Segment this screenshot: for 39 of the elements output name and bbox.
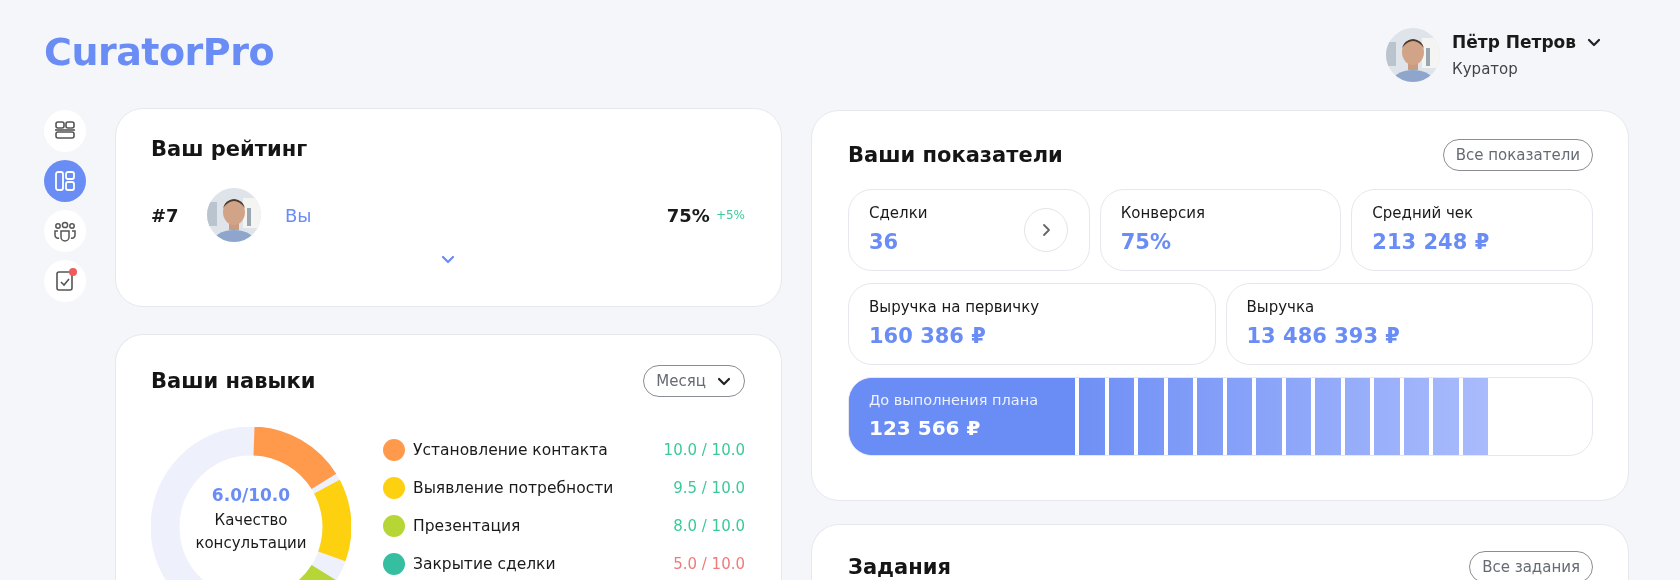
all-tasks-button[interactable]: Все задания bbox=[1469, 551, 1593, 580]
logo[interactable]: CuratorPro bbox=[44, 30, 275, 74]
all-metrics-button[interactable]: Все показатели bbox=[1442, 139, 1593, 171]
skill-name: Закрытие сделки bbox=[413, 555, 557, 573]
period-dropdown[interactable]: Месяц bbox=[643, 365, 745, 397]
card-title: Задания bbox=[848, 555, 951, 579]
rating-percent: 75% bbox=[666, 204, 710, 226]
user-role: Куратор bbox=[1452, 60, 1519, 78]
user-name[interactable]: Пётр Петров bbox=[1452, 32, 1576, 52]
user-name: Вы bbox=[285, 204, 313, 226]
nav-button[interactable] bbox=[44, 210, 86, 252]
metric-value: 13 486 393 ₽ bbox=[1246, 324, 1401, 348]
metric-value: 213 248 ₽ bbox=[1372, 230, 1491, 254]
nav-button[interactable] bbox=[44, 160, 86, 202]
card-title: Ваши показатели bbox=[848, 143, 1063, 167]
metric-value: 36 bbox=[869, 230, 900, 254]
skill-score: 10.0 / 10.0 bbox=[663, 441, 745, 459]
metric-label: Сделки bbox=[869, 204, 929, 222]
card-title: Ваш рейтинг bbox=[151, 137, 309, 161]
nav-button[interactable] bbox=[44, 110, 86, 152]
skill-name: Установление контакта bbox=[413, 441, 609, 459]
metric-label: Конверсия bbox=[1120, 204, 1206, 222]
nav-button[interactable] bbox=[44, 260, 86, 302]
skill-score: 5.0 / 10.0 bbox=[673, 555, 745, 573]
score-total: 6.0/10.0 bbox=[211, 485, 291, 505]
rank-number: #7 bbox=[151, 204, 180, 226]
dashboard-icon bbox=[52, 168, 78, 194]
metric-label: Выручка bbox=[1246, 298, 1316, 316]
metric-label: Средний чек bbox=[1372, 204, 1475, 222]
card-title: Ваши навыки bbox=[151, 369, 316, 393]
skill-score: 8.0 / 10.0 bbox=[673, 517, 745, 535]
skill-name: Презентация bbox=[413, 517, 522, 535]
skill-name: Выявление потребности bbox=[413, 479, 615, 497]
metric-label: Выручка на первичку bbox=[869, 298, 1041, 316]
chart-caption: Качество консультации bbox=[194, 510, 308, 555]
rating-change: +5% bbox=[715, 208, 745, 222]
metric-value: 160 386 ₽ bbox=[869, 324, 987, 348]
skill-score: 9.5 / 10.0 bbox=[673, 479, 745, 497]
metric-value: 75% bbox=[1120, 230, 1172, 254]
